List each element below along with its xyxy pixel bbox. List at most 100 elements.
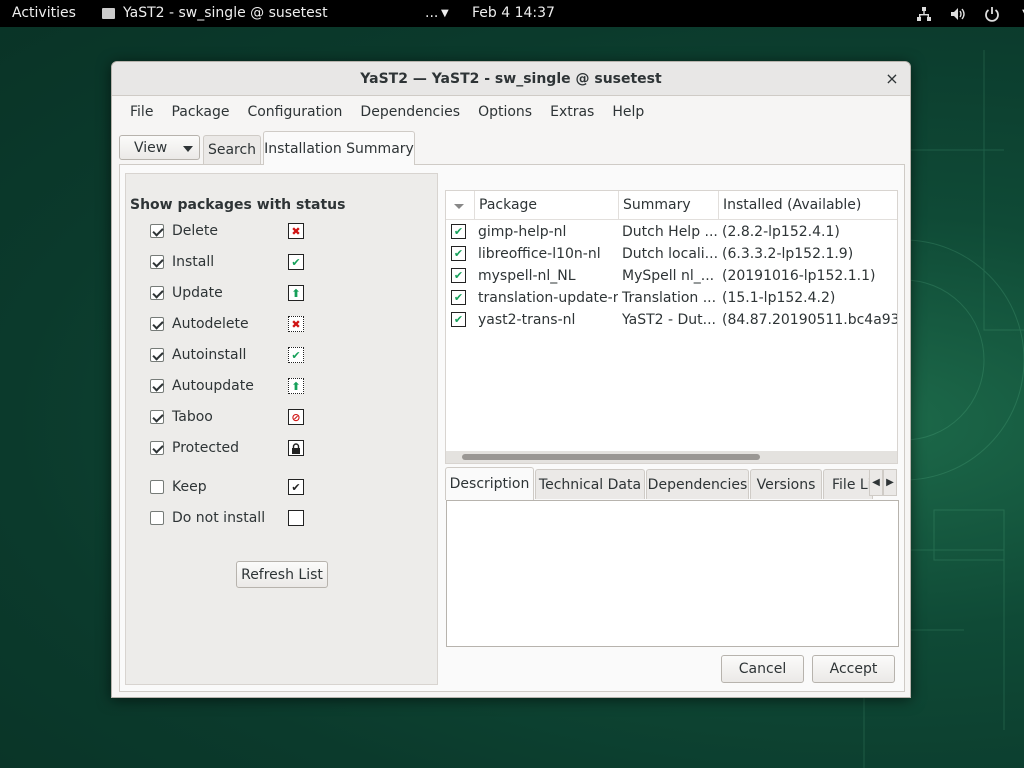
status-label: Keep (172, 479, 207, 495)
install-status-icon[interactable]: ✔ (451, 224, 466, 239)
keep-checkbox[interactable] (150, 480, 164, 494)
status-label: Autoupdate (172, 378, 254, 394)
update-icon: ⬆ (288, 285, 304, 301)
tab-technical-data[interactable]: Technical Data (535, 469, 645, 499)
install-status-icon[interactable]: ✔ (451, 290, 466, 305)
table-row[interactable]: ✔ gimp-help-nl Dutch Help ... (2.8.2-lp1… (446, 221, 897, 243)
scroll-tabs-right-icon[interactable]: ▶ (883, 469, 897, 496)
table-row[interactable]: ✔ yast2-trans-nl YaST2 - Dut... (84.87.2… (446, 309, 897, 331)
accept-button[interactable]: Accept (812, 655, 895, 683)
sort-icon (454, 204, 464, 209)
tab-file-list[interactable]: File Li (823, 469, 873, 499)
update-checkbox[interactable] (150, 286, 164, 300)
install-status-icon[interactable]: ✔ (451, 268, 466, 283)
overflow-indicator: ... (425, 5, 439, 21)
status-label: Do not install (172, 510, 266, 526)
do-not-install-checkbox[interactable] (150, 511, 164, 525)
tab-label: Technical Data (538, 476, 642, 493)
tab-versions[interactable]: Versions (750, 469, 822, 499)
tab-label: Description (449, 476, 530, 492)
yast-app-icon (102, 8, 115, 19)
autoinstall-checkbox[interactable] (150, 348, 164, 362)
tab-label: Versions (756, 476, 816, 493)
app-menu[interactable]: YaST2 - sw_single @ susetest (102, 0, 328, 27)
menu-file[interactable]: File (130, 97, 171, 127)
network-icon[interactable] (914, 0, 934, 27)
package-name: gimp-help-nl (478, 224, 567, 240)
status-label: Autoinstall (172, 347, 247, 363)
package-table: Package Summary Installed (Available) ✔ … (445, 190, 898, 464)
lock-icon (288, 440, 304, 456)
keep-icon: ✔ (288, 479, 304, 495)
tab-dependencies[interactable]: Dependencies (646, 469, 749, 499)
volume-icon[interactable] (948, 0, 968, 27)
menu-package[interactable]: Package (171, 97, 247, 127)
table-row[interactable]: ✔ myspell-nl_NL MySpell nl_... (20191016… (446, 265, 897, 287)
chevron-down-icon[interactable]: ▼ (441, 0, 449, 27)
autoupdate-icon: ⬆ (288, 378, 304, 394)
table-row[interactable]: ✔ translation-update-nl Translation ... … (446, 287, 897, 309)
column-header-summary[interactable]: Summary (618, 191, 718, 220)
clock[interactable]: Feb 4 14:37 (472, 0, 555, 27)
menu-bar: File Package Configuration Dependencies … (112, 97, 910, 127)
package-summary: Dutch Help ... (622, 224, 718, 240)
close-icon[interactable]: × (883, 70, 901, 88)
protected-checkbox[interactable] (150, 441, 164, 455)
install-icon: ✔ (288, 254, 304, 270)
tab-search-label: Search (207, 142, 257, 158)
power-icon[interactable] (982, 0, 1002, 27)
app-title: YaST2 - sw_single @ susetest (123, 5, 328, 21)
horizontal-scrollbar[interactable] (446, 451, 897, 463)
menu-configuration[interactable]: Configuration (247, 97, 360, 127)
cancel-button[interactable]: Cancel (721, 655, 804, 683)
package-name: libreoffice-l10n-nl (478, 246, 601, 262)
install-status-icon[interactable]: ✔ (451, 312, 466, 327)
autoupdate-checkbox[interactable] (150, 379, 164, 393)
chevron-down-icon (183, 146, 193, 152)
install-checkbox[interactable] (150, 255, 164, 269)
autodelete-checkbox[interactable] (150, 317, 164, 331)
package-summary: YaST2 - Dut... (622, 312, 716, 328)
system-tray[interactable]: ▼ (914, 0, 1024, 27)
cancel-label: Cancel (738, 661, 787, 677)
package-name: yast2-trans-nl (478, 312, 576, 328)
window-title: YaST2 — YaST2 - sw_single @ susetest (360, 71, 662, 87)
install-status-icon[interactable]: ✔ (451, 246, 466, 261)
delete-icon: ✖ (288, 223, 304, 239)
scroll-tabs-left-icon[interactable]: ◀ (869, 469, 883, 496)
column-header-package[interactable]: Package (474, 191, 618, 220)
package-name: myspell-nl_NL (478, 268, 576, 284)
delete-checkbox[interactable] (150, 224, 164, 238)
tab-search[interactable]: Search (203, 135, 261, 164)
table-row[interactable]: ✔ libreoffice-l10n-nl Dutch locali... (6… (446, 243, 897, 265)
yast-window: YaST2 — YaST2 - sw_single @ susetest × F… (111, 61, 911, 698)
status-heading: Show packages with status (130, 197, 346, 213)
menu-help[interactable]: Help (612, 97, 662, 127)
tab-label: Dependencies (647, 476, 748, 493)
package-version: (20191016-lp152.1.1) (722, 268, 876, 284)
activities-button[interactable]: Activities (12, 0, 76, 27)
status-label: Delete (172, 223, 218, 239)
status-filter-panel: Show packages with status Delete ✖ Insta… (125, 173, 438, 685)
column-header-installed[interactable]: Installed (Available) (718, 191, 897, 220)
scrollbar-thumb[interactable] (462, 454, 760, 460)
tab-description[interactable]: Description (445, 467, 534, 500)
package-version: (6.3.3.2-lp152.1.9) (722, 246, 854, 262)
menu-dependencies[interactable]: Dependencies (360, 97, 478, 127)
menu-extras[interactable]: Extras (550, 97, 612, 127)
refresh-list-button[interactable]: Refresh List (236, 561, 328, 588)
window-titlebar[interactable]: YaST2 — YaST2 - sw_single @ susetest × (112, 62, 910, 96)
menu-options[interactable]: Options (478, 97, 550, 127)
status-label: Update (172, 285, 223, 301)
view-menu-button[interactable]: View (119, 135, 200, 160)
top-bar: Activities YaST2 - sw_single @ susetest … (0, 0, 1024, 27)
status-label: Taboo (172, 409, 213, 425)
tab-installation-summary[interactable]: Installation Summary (263, 131, 415, 165)
status-column-header[interactable] (446, 191, 474, 220)
taboo-checkbox[interactable] (150, 410, 164, 424)
description-area[interactable] (446, 500, 899, 647)
chevron-down-icon[interactable]: ▼ (1016, 0, 1024, 27)
package-summary: Translation ... (622, 290, 717, 306)
tab-summary-label: Installation Summary (264, 140, 414, 157)
do-not-install-icon (288, 510, 304, 526)
